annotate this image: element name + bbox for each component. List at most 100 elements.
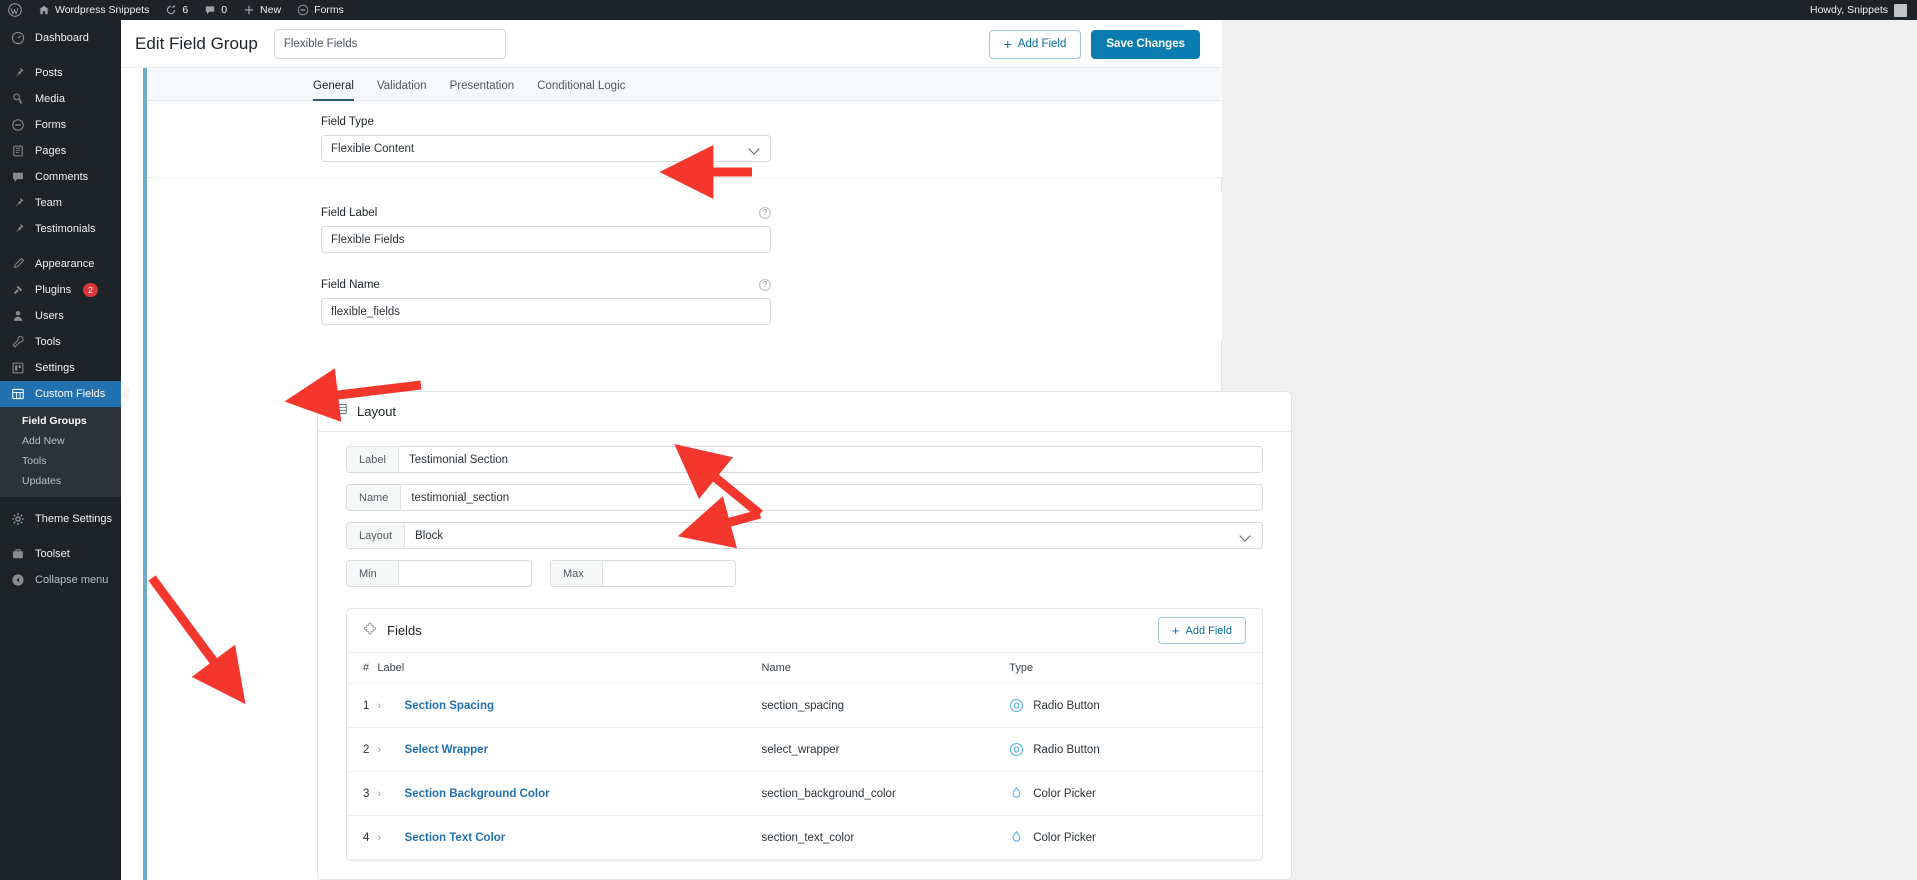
- save-changes-button[interactable]: Save Changes: [1091, 30, 1200, 59]
- sidebar-item-settings[interactable]: Settings: [0, 355, 121, 381]
- layout-display-key: Layout: [347, 523, 405, 548]
- layout-max-key: Max: [551, 561, 603, 586]
- page-title: Edit Field Group: [135, 34, 258, 54]
- layout-min-value: [399, 561, 531, 586]
- sidebar-item-label: Dashboard: [35, 33, 89, 44]
- layout-label-field[interactable]: Label Testimonial Section: [346, 446, 1263, 473]
- row-name: select_wrapper: [762, 728, 1010, 772]
- row-type-label: Radio Button: [1033, 700, 1100, 712]
- table-header-row: # Label Name Type: [347, 653, 1262, 684]
- chevron-right-icon[interactable]: ›: [377, 700, 389, 712]
- sidebar-item-media[interactable]: Media: [0, 86, 121, 112]
- add-field-button[interactable]: + Add Field: [989, 30, 1082, 59]
- table-row[interactable]: 3 › Section Background Color section_bac…: [347, 772, 1262, 816]
- sidebar-item-team[interactable]: Team: [0, 190, 121, 216]
- updates-button[interactable]: 6: [157, 0, 196, 20]
- sidebar-item-users[interactable]: Users: [0, 303, 121, 329]
- sidebar-item-label: Appearance: [35, 259, 94, 270]
- my-account-button[interactable]: Howdy, Snippets: [1810, 4, 1917, 17]
- fields-card: Fields + Add Field # Label Name Type: [346, 608, 1263, 861]
- sidebar-item-testimonials[interactable]: Testimonials: [0, 216, 121, 242]
- table-row[interactable]: 1 › Section Spacing section_spacing: [347, 684, 1262, 728]
- add-field-button-inline[interactable]: + Add Field: [1158, 617, 1246, 644]
- table-row[interactable]: 4 › Section Text Color section_text_colo…: [347, 816, 1262, 860]
- add-field-label: Add Field: [1018, 38, 1067, 50]
- sidebar-item-plugins[interactable]: Plugins 2: [0, 277, 121, 303]
- help-icon[interactable]: ?: [759, 279, 771, 291]
- sidebar-item-tools[interactable]: Tools: [0, 329, 121, 355]
- col-header-number: #: [347, 653, 377, 684]
- layout-min-max-row: Min Max: [346, 560, 1263, 598]
- row-label-link[interactable]: Section Spacing: [405, 700, 494, 712]
- sidebar-item-label: Theme Settings: [35, 514, 112, 525]
- tab-conditional-logic[interactable]: Conditional Logic: [537, 80, 625, 100]
- sidebar-item-collapse-menu[interactable]: Collapse menu: [0, 567, 121, 593]
- col-header-type: Type: [1009, 653, 1262, 684]
- tab-general[interactable]: General: [313, 80, 354, 100]
- col-header-name: Name: [762, 653, 1010, 684]
- sidebar-item-label: Pages: [35, 146, 66, 157]
- sidebar-item-dashboard[interactable]: Dashboard: [0, 25, 121, 51]
- sidebar-item-label: Users: [35, 311, 64, 322]
- field-label-input[interactable]: [321, 226, 771, 253]
- page-content: Edit Field Group + Add Field Save Change…: [121, 20, 1917, 880]
- row-type-cell: Radio Button: [1009, 684, 1262, 728]
- chevron-right-icon[interactable]: ›: [377, 832, 389, 844]
- field-row-field-type: Field Type Flexible Content: [147, 101, 1222, 178]
- media-icon: [10, 91, 26, 107]
- new-content-button[interactable]: New: [235, 0, 289, 20]
- menu-separator: [0, 532, 121, 541]
- field-type-label: Field Type: [321, 116, 1222, 128]
- sidebar-item-label: Comments: [35, 172, 88, 183]
- forms-button[interactable]: Forms: [289, 0, 352, 20]
- chevron-right-icon[interactable]: ›: [377, 788, 389, 800]
- row-label-link[interactable]: Section Background Color: [405, 788, 550, 800]
- row-type-label: Radio Button: [1033, 744, 1100, 756]
- help-icon[interactable]: ?: [759, 207, 771, 219]
- field-type-select[interactable]: Flexible Content: [321, 135, 771, 162]
- fields-card-title: Fields: [387, 623, 422, 638]
- settings-icon: [10, 360, 26, 376]
- menu-separator: [0, 242, 121, 251]
- tab-presentation[interactable]: Presentation: [450, 80, 515, 100]
- sidebar-item-comments[interactable]: Comments: [0, 164, 121, 190]
- updates-icon: [165, 4, 177, 16]
- submenu-item-add-new[interactable]: Add New: [0, 431, 121, 451]
- table-row[interactable]: 2 › Select Wrapper select_wrapper: [347, 728, 1262, 772]
- sidebar-item-custom-fields[interactable]: Custom Fields: [0, 381, 121, 407]
- sidebar-item-label: Custom Fields: [35, 389, 105, 400]
- sidebar-item-posts[interactable]: Posts: [0, 60, 121, 86]
- row-number: 1: [347, 684, 377, 728]
- sidebar-item-label: Forms: [35, 120, 66, 131]
- layout-display-value: Block: [415, 530, 443, 542]
- submenu-item-tools[interactable]: Tools: [0, 451, 121, 471]
- forms-label: Forms: [314, 4, 344, 16]
- howdy-label: Howdy, Snippets: [1810, 4, 1888, 16]
- sidebar-item-theme-settings[interactable]: Theme Settings: [0, 506, 121, 532]
- comments-count: 0: [221, 4, 227, 16]
- submenu-item-field-groups[interactable]: Field Groups: [0, 411, 121, 431]
- sidebar-item-appearance[interactable]: Appearance: [0, 251, 121, 277]
- layout-display-select[interactable]: Layout Block: [346, 522, 1263, 549]
- chevron-right-icon[interactable]: ›: [377, 744, 389, 756]
- sidebar-item-toolset[interactable]: Toolset: [0, 541, 121, 567]
- comments-button[interactable]: 0: [196, 0, 235, 20]
- layout-card-body: Label Testimonial Section Name testimoni…: [318, 432, 1291, 879]
- row-label-link[interactable]: Section Text Color: [405, 832, 506, 844]
- gear-icon: [10, 511, 26, 527]
- layout-min-field[interactable]: Min: [346, 560, 532, 587]
- sidebar-item-forms[interactable]: Forms: [0, 112, 121, 138]
- field-group-title-input[interactable]: [274, 29, 506, 59]
- sidebar-item-pages[interactable]: Pages: [0, 138, 121, 164]
- row-type-cell: Color Picker: [1009, 816, 1262, 860]
- layout-name-field[interactable]: Name testimonial_section: [346, 484, 1263, 511]
- field-name-input[interactable]: [321, 298, 771, 325]
- wordpress-logo-button[interactable]: [0, 0, 30, 20]
- site-name-button[interactable]: Wordpress Snippets: [30, 0, 157, 20]
- row-label-link[interactable]: Select Wrapper: [405, 744, 489, 756]
- sidebar-item-label: Media: [35, 94, 65, 105]
- chevron-down-icon: [749, 143, 761, 155]
- tab-validation[interactable]: Validation: [377, 80, 427, 100]
- submenu-item-updates[interactable]: Updates: [0, 471, 121, 491]
- layout-max-field[interactable]: Max: [550, 560, 736, 587]
